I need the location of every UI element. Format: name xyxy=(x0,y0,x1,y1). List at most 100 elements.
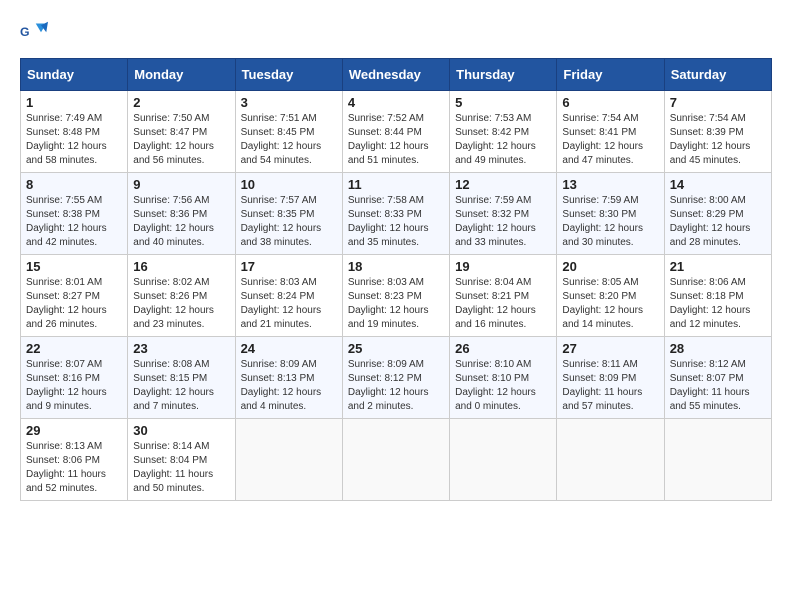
calendar-cell: 19 Sunrise: 8:04 AM Sunset: 8:21 PM Dayl… xyxy=(450,255,557,337)
week-row-3: 15 Sunrise: 8:01 AM Sunset: 8:27 PM Dayl… xyxy=(21,255,772,337)
week-row-4: 22 Sunrise: 8:07 AM Sunset: 8:16 PM Dayl… xyxy=(21,337,772,419)
calendar-cell: 25 Sunrise: 8:09 AM Sunset: 8:12 PM Dayl… xyxy=(342,337,449,419)
day-info: Sunrise: 8:09 AM Sunset: 8:13 PM Dayligh… xyxy=(241,358,337,414)
logo: G xyxy=(20,20,52,48)
week-row-5: 29 Sunrise: 8:13 AM Sunset: 8:06 PM Dayl… xyxy=(21,419,772,501)
day-number: 15 xyxy=(26,259,122,274)
day-number: 17 xyxy=(241,259,337,274)
day-number: 13 xyxy=(562,177,658,192)
day-number: 8 xyxy=(26,177,122,192)
day-info: Sunrise: 8:08 AM Sunset: 8:15 PM Dayligh… xyxy=(133,358,229,414)
day-number: 14 xyxy=(670,177,766,192)
day-info: Sunrise: 7:49 AM Sunset: 8:48 PM Dayligh… xyxy=(26,112,122,168)
day-number: 5 xyxy=(455,95,551,110)
calendar-cell: 6 Sunrise: 7:54 AM Sunset: 8:41 PM Dayli… xyxy=(557,91,664,173)
day-info: Sunrise: 7:59 AM Sunset: 8:30 PM Dayligh… xyxy=(562,194,658,250)
day-number: 22 xyxy=(26,341,122,356)
day-number: 23 xyxy=(133,341,229,356)
day-info: Sunrise: 8:00 AM Sunset: 8:29 PM Dayligh… xyxy=(670,194,766,250)
day-info: Sunrise: 8:10 AM Sunset: 8:10 PM Dayligh… xyxy=(455,358,551,414)
day-info: Sunrise: 8:03 AM Sunset: 8:24 PM Dayligh… xyxy=(241,276,337,332)
day-number: 3 xyxy=(241,95,337,110)
day-info: Sunrise: 7:54 AM Sunset: 8:39 PM Dayligh… xyxy=(670,112,766,168)
calendar-cell: 26 Sunrise: 8:10 AM Sunset: 8:10 PM Dayl… xyxy=(450,337,557,419)
day-info: Sunrise: 7:53 AM Sunset: 8:42 PM Dayligh… xyxy=(455,112,551,168)
calendar-cell: 14 Sunrise: 8:00 AM Sunset: 8:29 PM Dayl… xyxy=(664,173,771,255)
weekday-header-wednesday: Wednesday xyxy=(342,59,449,91)
day-info: Sunrise: 7:55 AM Sunset: 8:38 PM Dayligh… xyxy=(26,194,122,250)
day-info: Sunrise: 8:04 AM Sunset: 8:21 PM Dayligh… xyxy=(455,276,551,332)
day-number: 18 xyxy=(348,259,444,274)
calendar-table: SundayMondayTuesdayWednesdayThursdayFrid… xyxy=(20,58,772,501)
day-number: 20 xyxy=(562,259,658,274)
day-number: 10 xyxy=(241,177,337,192)
weekday-header-monday: Monday xyxy=(128,59,235,91)
weekday-header-thursday: Thursday xyxy=(450,59,557,91)
day-number: 1 xyxy=(26,95,122,110)
day-info: Sunrise: 7:57 AM Sunset: 8:35 PM Dayligh… xyxy=(241,194,337,250)
calendar-cell: 28 Sunrise: 8:12 AM Sunset: 8:07 PM Dayl… xyxy=(664,337,771,419)
day-info: Sunrise: 8:01 AM Sunset: 8:27 PM Dayligh… xyxy=(26,276,122,332)
calendar-cell: 10 Sunrise: 7:57 AM Sunset: 8:35 PM Dayl… xyxy=(235,173,342,255)
day-number: 25 xyxy=(348,341,444,356)
day-info: Sunrise: 8:02 AM Sunset: 8:26 PM Dayligh… xyxy=(133,276,229,332)
weekday-header-sunday: Sunday xyxy=(21,59,128,91)
day-info: Sunrise: 8:11 AM Sunset: 8:09 PM Dayligh… xyxy=(562,358,658,414)
day-info: Sunrise: 8:14 AM Sunset: 8:04 PM Dayligh… xyxy=(133,440,229,496)
calendar-cell xyxy=(664,419,771,501)
page-header: G xyxy=(20,20,772,48)
calendar-cell: 24 Sunrise: 8:09 AM Sunset: 8:13 PM Dayl… xyxy=(235,337,342,419)
day-number: 26 xyxy=(455,341,551,356)
calendar-cell: 16 Sunrise: 8:02 AM Sunset: 8:26 PM Dayl… xyxy=(128,255,235,337)
day-number: 7 xyxy=(670,95,766,110)
day-number: 16 xyxy=(133,259,229,274)
day-info: Sunrise: 8:05 AM Sunset: 8:20 PM Dayligh… xyxy=(562,276,658,332)
day-number: 4 xyxy=(348,95,444,110)
calendar-cell: 12 Sunrise: 7:59 AM Sunset: 8:32 PM Dayl… xyxy=(450,173,557,255)
calendar-cell: 7 Sunrise: 7:54 AM Sunset: 8:39 PM Dayli… xyxy=(664,91,771,173)
calendar-cell: 3 Sunrise: 7:51 AM Sunset: 8:45 PM Dayli… xyxy=(235,91,342,173)
calendar-cell xyxy=(557,419,664,501)
calendar-cell: 8 Sunrise: 7:55 AM Sunset: 8:38 PM Dayli… xyxy=(21,173,128,255)
day-number: 6 xyxy=(562,95,658,110)
calendar-cell: 1 Sunrise: 7:49 AM Sunset: 8:48 PM Dayli… xyxy=(21,91,128,173)
calendar-cell: 4 Sunrise: 7:52 AM Sunset: 8:44 PM Dayli… xyxy=(342,91,449,173)
day-info: Sunrise: 8:03 AM Sunset: 8:23 PM Dayligh… xyxy=(348,276,444,332)
day-info: Sunrise: 7:56 AM Sunset: 8:36 PM Dayligh… xyxy=(133,194,229,250)
weekday-header-tuesday: Tuesday xyxy=(235,59,342,91)
calendar-cell: 5 Sunrise: 7:53 AM Sunset: 8:42 PM Dayli… xyxy=(450,91,557,173)
weekday-header-friday: Friday xyxy=(557,59,664,91)
day-info: Sunrise: 8:13 AM Sunset: 8:06 PM Dayligh… xyxy=(26,440,122,496)
day-number: 19 xyxy=(455,259,551,274)
calendar-cell: 29 Sunrise: 8:13 AM Sunset: 8:06 PM Dayl… xyxy=(21,419,128,501)
day-info: Sunrise: 7:50 AM Sunset: 8:47 PM Dayligh… xyxy=(133,112,229,168)
day-info: Sunrise: 8:07 AM Sunset: 8:16 PM Dayligh… xyxy=(26,358,122,414)
day-number: 21 xyxy=(670,259,766,274)
day-number: 12 xyxy=(455,177,551,192)
calendar-cell: 13 Sunrise: 7:59 AM Sunset: 8:30 PM Dayl… xyxy=(557,173,664,255)
weekday-header-row: SundayMondayTuesdayWednesdayThursdayFrid… xyxy=(21,59,772,91)
calendar-cell: 2 Sunrise: 7:50 AM Sunset: 8:47 PM Dayli… xyxy=(128,91,235,173)
week-row-1: 1 Sunrise: 7:49 AM Sunset: 8:48 PM Dayli… xyxy=(21,91,772,173)
day-info: Sunrise: 8:12 AM Sunset: 8:07 PM Dayligh… xyxy=(670,358,766,414)
calendar-cell xyxy=(450,419,557,501)
day-number: 30 xyxy=(133,423,229,438)
week-row-2: 8 Sunrise: 7:55 AM Sunset: 8:38 PM Dayli… xyxy=(21,173,772,255)
day-number: 29 xyxy=(26,423,122,438)
calendar-cell: 23 Sunrise: 8:08 AM Sunset: 8:15 PM Dayl… xyxy=(128,337,235,419)
day-number: 2 xyxy=(133,95,229,110)
calendar-cell: 11 Sunrise: 7:58 AM Sunset: 8:33 PM Dayl… xyxy=(342,173,449,255)
svg-text:G: G xyxy=(20,25,30,39)
day-number: 24 xyxy=(241,341,337,356)
calendar-cell: 17 Sunrise: 8:03 AM Sunset: 8:24 PM Dayl… xyxy=(235,255,342,337)
day-info: Sunrise: 7:58 AM Sunset: 8:33 PM Dayligh… xyxy=(348,194,444,250)
calendar-cell: 22 Sunrise: 8:07 AM Sunset: 8:16 PM Dayl… xyxy=(21,337,128,419)
day-info: Sunrise: 7:51 AM Sunset: 8:45 PM Dayligh… xyxy=(241,112,337,168)
calendar-cell: 27 Sunrise: 8:11 AM Sunset: 8:09 PM Dayl… xyxy=(557,337,664,419)
day-info: Sunrise: 7:52 AM Sunset: 8:44 PM Dayligh… xyxy=(348,112,444,168)
calendar-cell: 20 Sunrise: 8:05 AM Sunset: 8:20 PM Dayl… xyxy=(557,255,664,337)
calendar-cell: 21 Sunrise: 8:06 AM Sunset: 8:18 PM Dayl… xyxy=(664,255,771,337)
day-number: 27 xyxy=(562,341,658,356)
day-info: Sunrise: 7:54 AM Sunset: 8:41 PM Dayligh… xyxy=(562,112,658,168)
day-number: 9 xyxy=(133,177,229,192)
